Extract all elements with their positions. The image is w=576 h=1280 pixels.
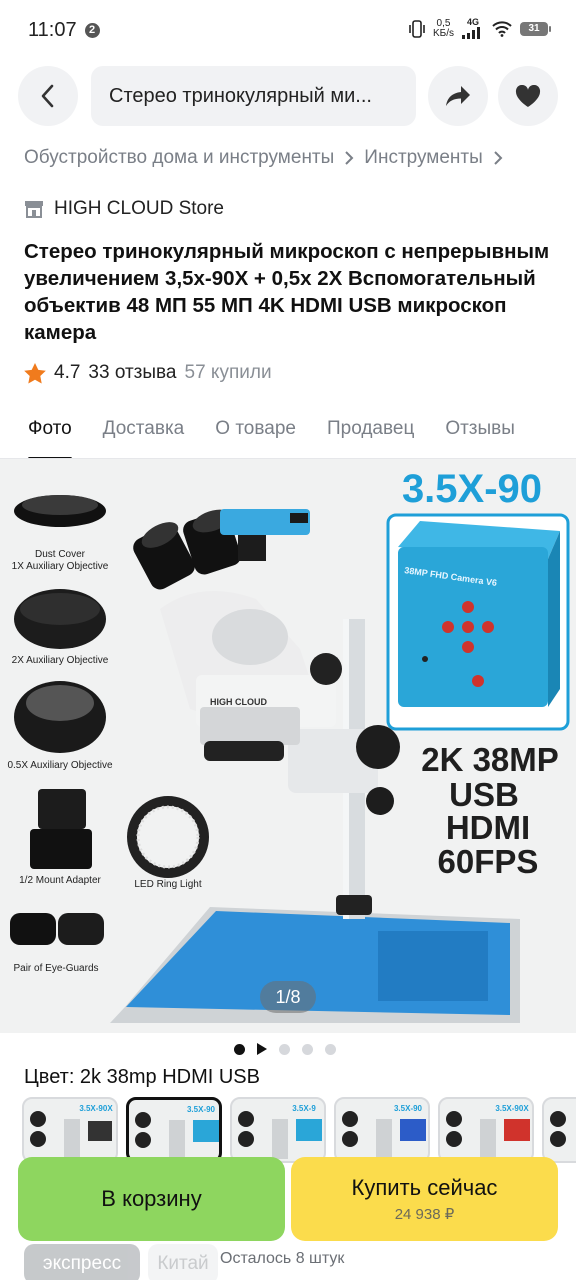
net-type: 4G (466, 17, 479, 27)
notification-count-icon: 2 (84, 22, 100, 38)
spec-usb: USB (449, 776, 519, 813)
gallery-dot[interactable] (325, 1043, 336, 1055)
spec-resolution: 2K 38MP (421, 741, 559, 778)
chevron-right-icon (493, 150, 503, 166)
color-thumb-selected[interactable]: 3.5X-90 (126, 1097, 222, 1163)
share-icon (446, 86, 470, 106)
accessory-dust-cover: Dust Cover 1X Auxiliary Objective (12, 495, 109, 572)
color-thumb[interactable]: 3.5X-90X (22, 1097, 118, 1163)
express-badge: экспресс (24, 1244, 140, 1280)
camera-box: 38MP FHD Camera V6 (398, 521, 560, 707)
net-speed: 0,5 KБ/s (432, 17, 454, 39)
status-icons: 0,5 KБ/s 4G 31 (409, 17, 551, 39)
share-button[interactable] (428, 66, 488, 126)
status-bar: 11:07 2 0,5 KБ/s 4G 31 (0, 0, 576, 60)
stock-left: Осталось 8 штук (220, 1250, 345, 1267)
delivery-info: экспресс Китай Осталось 8 штук (0, 1244, 576, 1280)
tab-about[interactable]: О товаре (215, 418, 296, 458)
section-tabs: Фото Доставка О товаре Продавец Отзывы (0, 418, 576, 460)
product-illustration: 3.5X-90 38MP FHD Camera V6 2K 38MP USB H… (7, 467, 570, 1023)
product-image[interactable]: 3.5X-90 38MP FHD Camera V6 2K 38MP USB H… (0, 459, 576, 1033)
accessory-2x-objective: 2X Auxiliary Objective (12, 589, 109, 666)
image-counter: 1/8 (260, 981, 316, 1013)
accessory-mount-adapter: 1/2 Mount Adapter (19, 789, 102, 886)
star-icon (24, 362, 46, 383)
thumb-label: 3.5X-90X (79, 1104, 113, 1113)
search-input[interactable]: Стерео тринокулярный ми... (91, 66, 416, 126)
tab-seller[interactable]: Продавец (327, 418, 414, 458)
breadcrumb: Обустройство дома и инструменты Инструме… (24, 145, 576, 171)
accessory-label: Pair of Eye-Guards (13, 963, 98, 974)
top-bar: Стерео тринокулярный ми... (18, 66, 558, 126)
favorite-button[interactable] (498, 66, 558, 126)
color-thumb[interactable]: 3.5X-90X (438, 1097, 534, 1163)
store-icon (25, 201, 43, 218)
status-time: 11:07 (28, 18, 77, 41)
rating-value: 4.7 (54, 362, 81, 383)
thumb-label: 3.5X-9 (292, 1104, 316, 1113)
gallery-dot[interactable] (234, 1043, 245, 1055)
spec-hdmi: HDMI (446, 809, 530, 846)
thumb-label: 3.5X-90 (394, 1104, 423, 1113)
tab-delivery[interactable]: Доставка (103, 418, 185, 458)
buy-now-button[interactable]: Купить сейчас 24 938 ₽ (291, 1157, 558, 1241)
reviews-count[interactable]: 33 отзыва (88, 362, 176, 384)
origin-badge: Китай (148, 1244, 218, 1280)
gallery-dot[interactable] (279, 1043, 290, 1055)
breadcrumb-item-home[interactable]: Обустройство дома и инструменты (24, 147, 334, 169)
purchased-count: 57 купили (184, 362, 272, 383)
color-thumbnails: 3.5X-90X 3.5X-90 3.5X-9 3.5X-90 3.5X-90X (22, 1097, 576, 1163)
accessory-label: 1X Auxiliary Objective (12, 561, 109, 572)
color-thumb[interactable] (542, 1097, 576, 1163)
accessory-label: Dust Cover (35, 549, 86, 560)
image-headline: 3.5X-90 (402, 467, 542, 511)
color-label: Цвет: 2k 38mp HDMI USB (24, 1066, 260, 1088)
chevron-right-icon (344, 150, 354, 166)
back-button[interactable] (18, 66, 78, 126)
tab-reviews[interactable]: Отзывы (445, 418, 515, 458)
heart-icon (515, 84, 541, 107)
cell-signal: 4G (462, 18, 484, 39)
thumb-label: 3.5X-90 (187, 1105, 216, 1114)
net-speed-value: 0,5 (436, 17, 451, 29)
brand-label: HIGH CLOUD (210, 697, 267, 707)
vibrate-icon (409, 19, 425, 38)
battery-icon: 31 (520, 21, 551, 36)
wifi-icon (492, 20, 512, 37)
cell-signal-icon (462, 27, 480, 39)
gallery-dot[interactable] (302, 1043, 313, 1055)
accessory-ring-light: LED Ring Light (127, 796, 209, 890)
accessory-label: 0.5X Auxiliary Objective (7, 760, 112, 771)
chevron-left-icon (41, 84, 54, 108)
tab-photo[interactable]: Фото (28, 418, 72, 460)
product-title: Стерео тринокулярный микроскоп с непреры… (24, 240, 550, 344)
net-speed-unit: KБ/s (432, 27, 454, 39)
buy-now-label: Купить сейчас (351, 1175, 498, 1200)
accessory-label: LED Ring Light (134, 879, 201, 890)
color-thumb[interactable]: 3.5X-9 (230, 1097, 326, 1163)
store-name: HIGH CLOUD Store (54, 198, 224, 219)
accessory-label: 2X Auxiliary Objective (12, 655, 109, 666)
play-video-icon[interactable] (257, 1043, 267, 1055)
rating-row[interactable]: 4.7 33 отзыва 57 купили (24, 362, 272, 384)
accessory-05x-objective: 0.5X Auxiliary Objective (7, 681, 113, 771)
add-to-cart-button[interactable]: В корзину (18, 1157, 285, 1241)
buy-now-price: 24 938 ₽ (394, 1206, 455, 1223)
accessory-eye-guards: Pair of Eye-Guards (10, 913, 104, 974)
accessory-label: 1/2 Mount Adapter (19, 875, 101, 886)
breadcrumb-item-tools[interactable]: Инструменты (364, 147, 482, 169)
color-thumb[interactable]: 3.5X-90 (334, 1097, 430, 1163)
thumb-label: 3.5X-90X (495, 1104, 529, 1113)
store-link[interactable]: HIGH CLOUD Store (24, 198, 224, 220)
gallery-dots (234, 1043, 336, 1055)
spec-fps: 60FPS (438, 843, 539, 880)
